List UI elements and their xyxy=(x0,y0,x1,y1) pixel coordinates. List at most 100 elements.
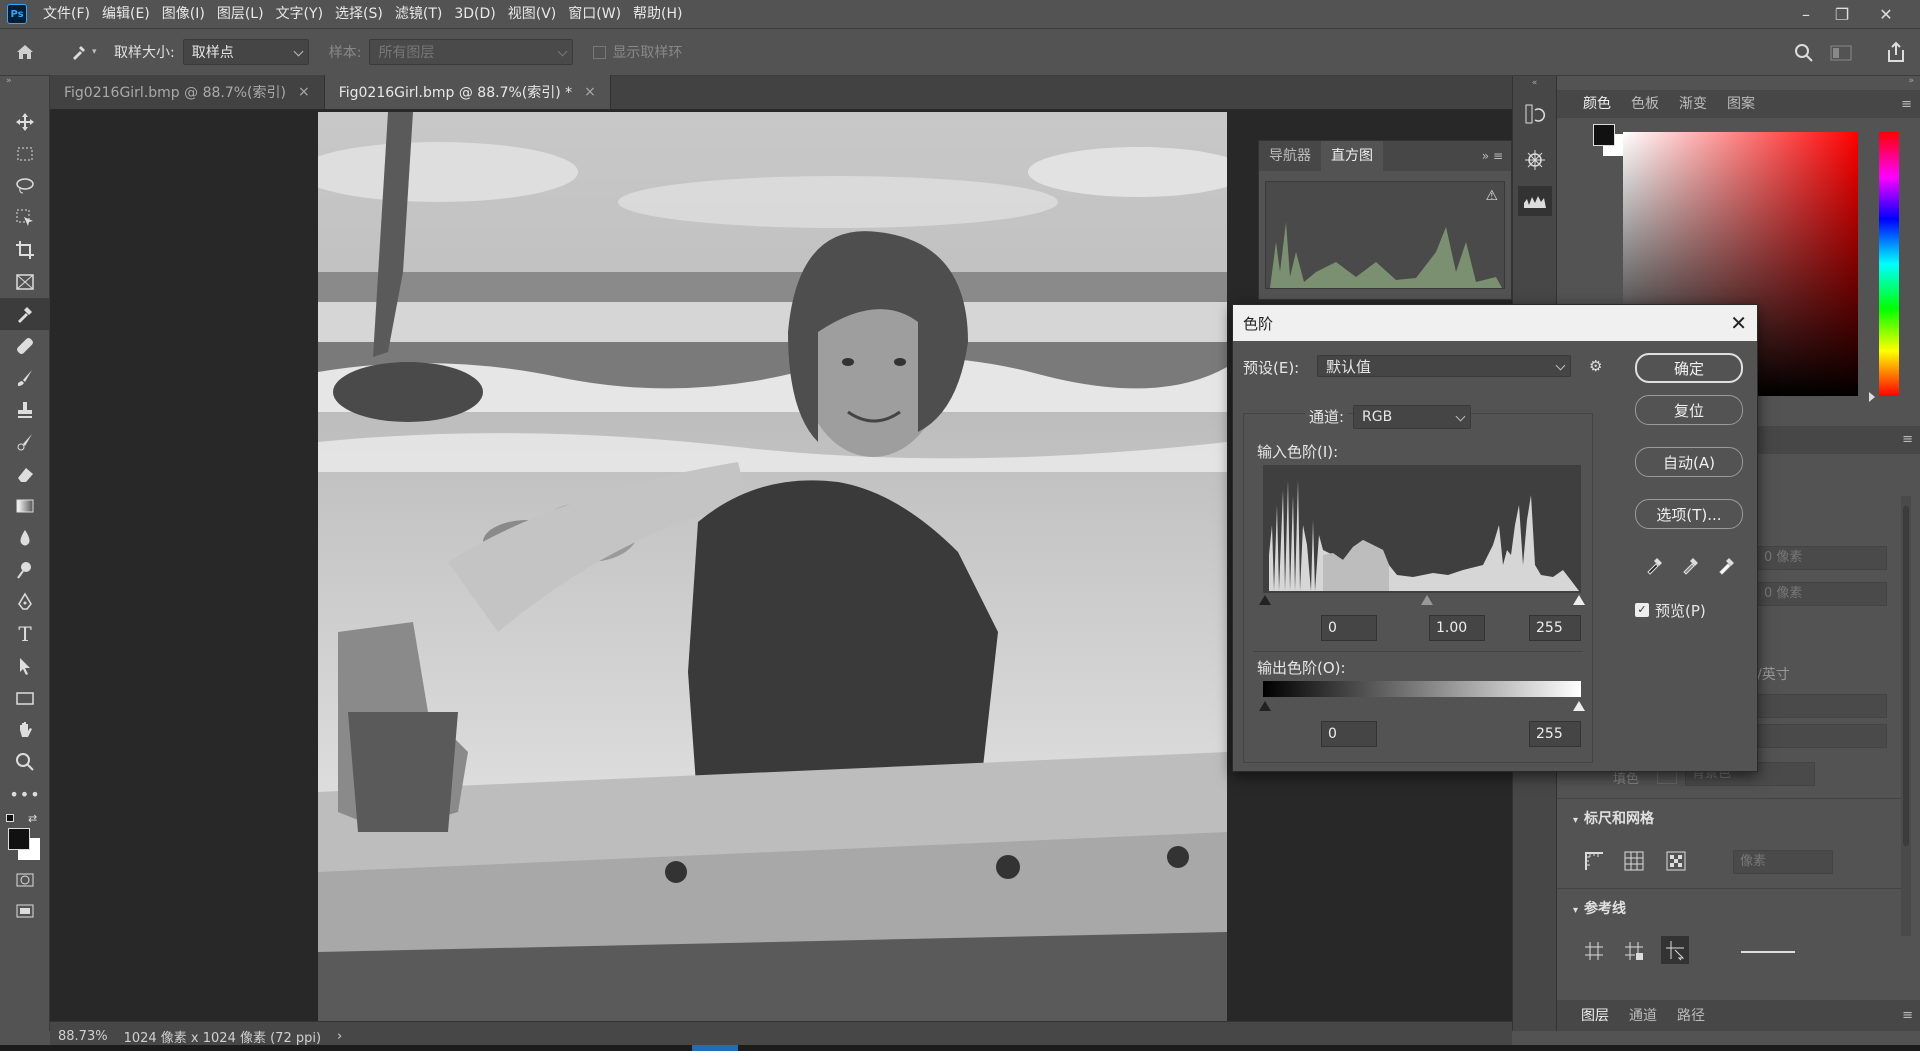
move-tool-icon[interactable] xyxy=(0,106,50,138)
swap-colors-icon[interactable]: ⇄ xyxy=(28,812,37,825)
gray-point-eyedropper-icon[interactable] xyxy=(1681,555,1701,579)
ok-button[interactable]: 确定 xyxy=(1635,353,1743,383)
menu-3d[interactable]: 3D(D) xyxy=(448,0,501,28)
ruler-icon[interactable] xyxy=(1583,850,1607,876)
dodge-tool-icon[interactable] xyxy=(0,554,50,586)
search-icon[interactable] xyxy=(1794,43,1814,67)
ruler-grid-section[interactable]: ▾ 标尺和网格 xyxy=(1573,808,1654,828)
depth-select[interactable] xyxy=(1757,724,1887,748)
eyedropper-tool-icon[interactable] xyxy=(0,298,50,330)
collapse-strip-icon[interactable]: « xyxy=(1513,78,1556,88)
menu-filter[interactable]: 滤镜(T) xyxy=(389,0,448,28)
crop-tool-icon[interactable] xyxy=(0,234,50,266)
preset-select[interactable]: 默认值 xyxy=(1317,355,1571,377)
close-tab-icon[interactable]: × xyxy=(584,84,596,100)
photoshop-logo[interactable]: Ps xyxy=(7,4,27,24)
sample-select[interactable]: 所有图层 xyxy=(369,39,574,65)
guide-line-style-select[interactable] xyxy=(1733,940,1833,964)
gradient-tool-icon[interactable] xyxy=(0,490,50,522)
white-point-eyedropper-icon[interactable] xyxy=(1717,555,1737,579)
eraser-tool-icon[interactable] xyxy=(0,458,50,490)
tab-color[interactable]: 颜色 xyxy=(1573,89,1621,119)
dialog-title-bar[interactable]: 色阶 ✕ xyxy=(1233,305,1757,341)
object-select-tool-icon[interactable] xyxy=(0,202,50,234)
menu-edit[interactable]: 编辑(E) xyxy=(96,0,156,28)
tab-navigator[interactable]: 导航器 xyxy=(1259,141,1321,171)
menu-view[interactable]: 视图(V) xyxy=(502,0,563,28)
tab-patterns[interactable]: 图案 xyxy=(1717,89,1765,119)
dialog-close-icon[interactable]: ✕ xyxy=(1730,311,1747,335)
tab-swatches[interactable]: 色板 xyxy=(1621,89,1669,119)
properties-menu-icon[interactable]: ≡ xyxy=(1902,432,1913,447)
brush-tool-icon[interactable] xyxy=(0,362,50,394)
properties-scrollbar[interactable] xyxy=(1901,496,1911,936)
input-white-field[interactable]: 255 xyxy=(1529,615,1581,641)
menu-window[interactable]: 窗口(W) xyxy=(562,0,627,28)
input-black-field[interactable]: 0 xyxy=(1321,615,1377,641)
guide-icon[interactable] xyxy=(1583,940,1605,966)
smart-guide-icon[interactable] xyxy=(1661,936,1689,964)
collapse-tools-icon[interactable]: » xyxy=(0,76,49,90)
output-white-field[interactable]: 255 xyxy=(1529,721,1581,747)
history-brush-tool-icon[interactable] xyxy=(0,426,50,458)
tab-document-2[interactable]: Fig0216Girl.bmp @ 88.7%(索引) * × xyxy=(324,75,611,109)
lasso-tool-icon[interactable] xyxy=(0,170,50,202)
path-select-tool-icon[interactable] xyxy=(0,650,50,682)
hue-slider-thumb[interactable] xyxy=(1869,392,1875,402)
quick-mask-icon[interactable] xyxy=(0,864,50,896)
reset-button[interactable]: 复位 xyxy=(1635,395,1743,425)
hand-tool-icon[interactable] xyxy=(0,714,50,746)
sample-size-select[interactable]: 取样点 xyxy=(182,39,309,65)
histogram-panel-icon[interactable] xyxy=(1518,186,1552,216)
close-tab-icon[interactable]: × xyxy=(298,84,310,100)
guides-section[interactable]: ▾ 参考线 xyxy=(1573,898,1626,918)
offset-y-field[interactable]: 0 像素 xyxy=(1757,582,1887,606)
menu-image[interactable]: 图像(I) xyxy=(156,0,211,28)
options-button[interactable]: 选项(T)... xyxy=(1635,499,1743,529)
black-point-eyedropper-icon[interactable] xyxy=(1645,555,1665,579)
menu-select[interactable]: 选择(S) xyxy=(329,0,389,28)
pen-tool-icon[interactable] xyxy=(0,586,50,618)
default-colors-icon[interactable] xyxy=(6,814,14,822)
type-tool-icon[interactable]: T xyxy=(0,618,50,650)
menu-type[interactable]: 文字(Y) xyxy=(270,0,329,28)
color-fg-swatch[interactable] xyxy=(1593,124,1615,146)
document-image[interactable] xyxy=(318,112,1227,1021)
blur-tool-icon[interactable] xyxy=(0,522,50,554)
zoom-tool-icon[interactable] xyxy=(0,746,50,778)
color-swatches[interactable]: ⇄ xyxy=(0,810,49,864)
layers-menu-icon[interactable]: ≡ xyxy=(1902,1008,1913,1023)
auto-button[interactable]: 自动(A) xyxy=(1635,447,1743,477)
menu-file[interactable]: 文件(F) xyxy=(37,0,96,28)
channel-select[interactable]: RGB xyxy=(1353,405,1471,429)
menu-layer[interactable]: 图层(L) xyxy=(211,0,270,28)
output-white-slider[interactable] xyxy=(1573,701,1585,711)
menu-help[interactable]: 帮助(H) xyxy=(627,0,688,28)
close-window-icon[interactable]: ✕ xyxy=(1868,0,1904,28)
healing-brush-tool-icon[interactable] xyxy=(0,330,50,362)
eyedropper-preset-icon[interactable]: ▾ xyxy=(70,43,100,61)
marquee-tool-icon[interactable] xyxy=(0,138,50,170)
frame-tool-icon[interactable] xyxy=(0,266,50,298)
pixel-grid-icon[interactable] xyxy=(1665,850,1687,876)
color-panel-menu-icon[interactable]: ≡ xyxy=(1901,97,1912,112)
mode-select[interactable] xyxy=(1757,694,1887,718)
input-white-slider[interactable] xyxy=(1573,595,1585,605)
more-tools-icon[interactable]: ••• xyxy=(0,778,50,810)
screen-mode-icon[interactable] xyxy=(0,896,50,928)
home-icon[interactable] xyxy=(0,43,50,61)
cache-warning-icon[interactable]: ⚠ xyxy=(1485,188,1498,204)
tab-document-1[interactable]: Fig0216Girl.bmp @ 88.7%(索引) × xyxy=(50,75,325,109)
ruler-unit-select[interactable]: 像素 xyxy=(1733,850,1833,874)
history-panel-icon[interactable] xyxy=(1523,102,1556,130)
tab-gradients[interactable]: 渐变 xyxy=(1669,89,1717,119)
properties-panel-icon[interactable] xyxy=(1523,148,1556,176)
rectangle-tool-icon[interactable] xyxy=(0,682,50,714)
clone-stamp-tool-icon[interactable] xyxy=(0,394,50,426)
input-gamma-field[interactable]: 1.00 xyxy=(1429,615,1485,641)
share-icon[interactable] xyxy=(1886,41,1906,67)
output-black-slider[interactable] xyxy=(1259,701,1271,711)
tab-histogram[interactable]: 直方图 xyxy=(1321,141,1383,171)
restore-icon[interactable]: ❐ xyxy=(1824,0,1860,28)
panel-menu-icon[interactable]: » ≡ xyxy=(1482,149,1503,163)
